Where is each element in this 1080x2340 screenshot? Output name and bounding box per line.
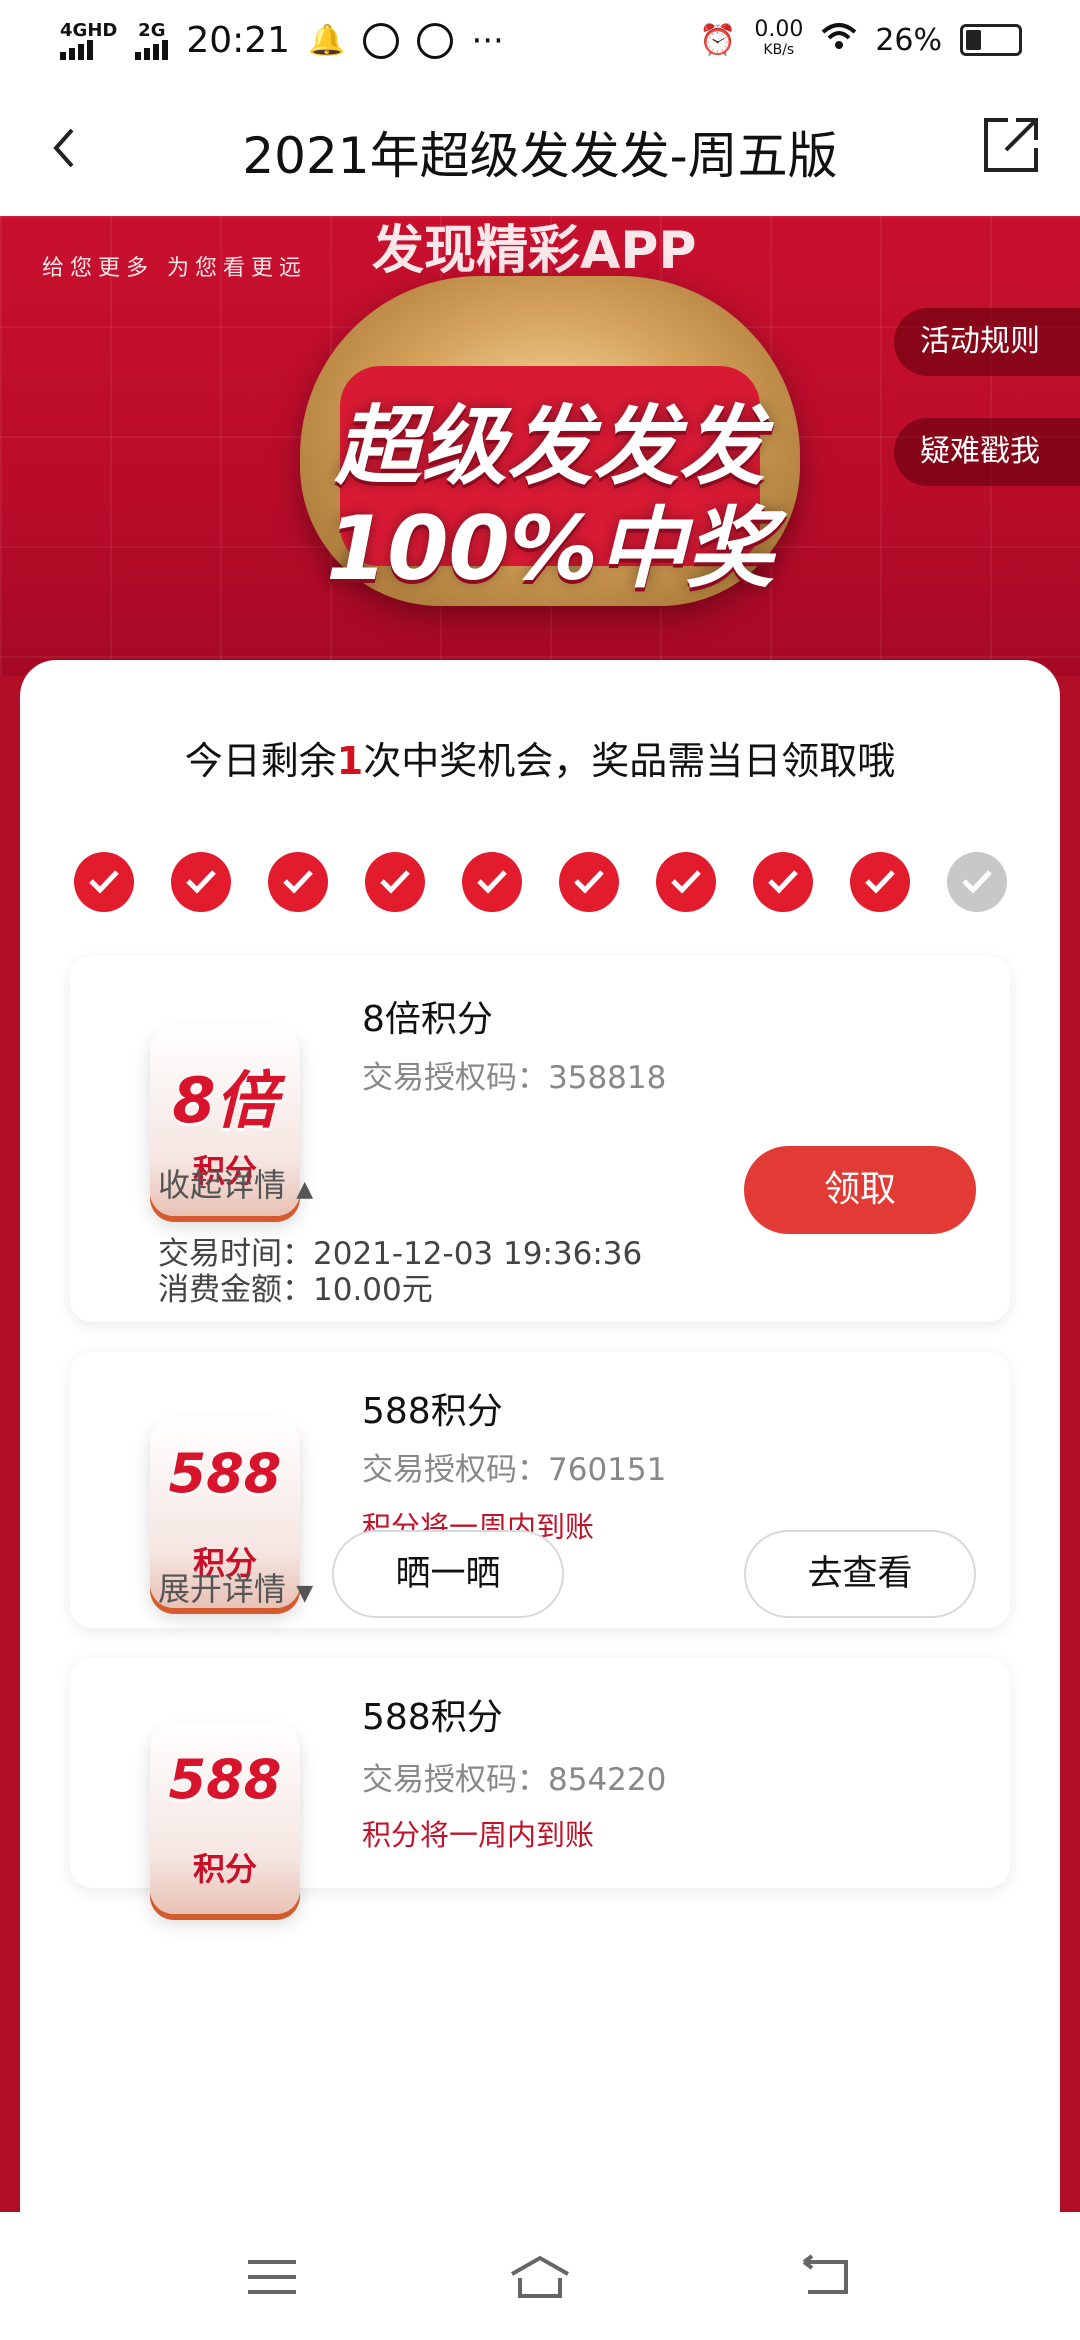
caret-down-icon: ▼ bbox=[296, 1581, 314, 1606]
claim-button[interactable]: 领取 bbox=[744, 1146, 976, 1234]
check-icon-inactive bbox=[947, 852, 1007, 912]
more-notifications-icon: ··· bbox=[471, 20, 504, 61]
auth-code: 交易授权码：358818 bbox=[362, 1060, 667, 1096]
system-nav-bar bbox=[0, 2212, 1080, 2340]
check-icon bbox=[171, 852, 231, 912]
brand-slogan: 给您更多 为您看更远 bbox=[42, 256, 307, 281]
prize-title: 588积分 bbox=[362, 1697, 503, 1738]
check-icon bbox=[462, 852, 522, 912]
help-button[interactable]: 疑难戳我 bbox=[894, 418, 1080, 486]
chevron-left-icon bbox=[53, 128, 74, 168]
auth-code: 交易授权码：854220 bbox=[362, 1762, 667, 1798]
check-icon bbox=[365, 852, 425, 912]
rules-button[interactable]: 活动规则 bbox=[894, 308, 1080, 376]
alarm-icon: ⏰ bbox=[698, 22, 737, 58]
app-notification-icon bbox=[363, 22, 400, 59]
prize-card: 588 积分 588积分 交易授权码：760151 积分将一周内到账 展开详情 … bbox=[70, 1352, 1010, 1628]
check-icon bbox=[850, 852, 910, 912]
check-icon bbox=[268, 852, 328, 912]
back-nav-button[interactable] bbox=[796, 2252, 856, 2302]
mobile-notification-icon bbox=[417, 22, 454, 59]
mobile-signal-1: 4GHD bbox=[60, 21, 117, 60]
prize-title: 8倍积分 bbox=[362, 999, 493, 1040]
clock: 20:21 bbox=[186, 20, 291, 61]
home-button[interactable] bbox=[508, 2252, 569, 2302]
collapse-details-button[interactable]: 收起详情 ▲ bbox=[158, 1160, 313, 1206]
share-prize-button[interactable]: 晒一晒 bbox=[332, 1530, 564, 1618]
prize-title: 588积分 bbox=[362, 1391, 503, 1432]
battery-icon bbox=[960, 24, 1022, 56]
back-button[interactable] bbox=[36, 118, 96, 178]
home-icon bbox=[511, 2255, 569, 2298]
view-prize-button[interactable]: 去查看 bbox=[744, 1530, 976, 1618]
check-icon bbox=[559, 852, 619, 912]
title-bar: 2021年超级发发发-周五版 bbox=[0, 88, 1080, 216]
auth-code: 交易授权码：760151 bbox=[362, 1452, 667, 1488]
progress-checks bbox=[74, 852, 1007, 912]
promo-banner: 给您更多 为您看更远 发现精彩APP 超级发发发 100%中奖 活动规则 疑难戳… bbox=[0, 216, 1080, 676]
chances-info: 今日剩余1次中奖机会，奖品需当日领取哦 bbox=[184, 739, 896, 783]
wifi-icon bbox=[821, 22, 857, 58]
page-title: 2021年超级发发发-周五版 bbox=[242, 127, 838, 185]
arrival-note: 积分将一周内到账 bbox=[362, 1818, 595, 1852]
check-icon bbox=[656, 852, 716, 912]
prize-tile: 588 积分 bbox=[150, 1724, 300, 1914]
check-icon bbox=[74, 852, 134, 912]
prize-card: 588 积分 588积分 交易授权码：854220 积分将一周内到账 bbox=[70, 1658, 1010, 1914]
menu-icon bbox=[248, 2260, 296, 2294]
expand-details-button[interactable]: 展开详情 ▼ bbox=[158, 1564, 313, 1610]
prize-card: 8倍 积分 8倍积分 交易授权码：358818 收起详情 ▲ 领取 交易时间：2… bbox=[70, 956, 1010, 1322]
lottery-panel: 今日剩余1次中奖机会，奖品需当日领取哦 8倍 积分 8倍积分 交易授权码：358… bbox=[20, 660, 1060, 2220]
headline-subtitle: 100%中奖 bbox=[326, 497, 774, 600]
qq-notification-icon: 🔔 bbox=[308, 23, 346, 58]
check-icon bbox=[753, 852, 813, 912]
spend-amount: 消费金额：10.00元 bbox=[158, 1272, 433, 1308]
external-link-icon bbox=[984, 118, 1038, 172]
network-speed: 0.00 KB/s bbox=[754, 17, 804, 59]
menu-button[interactable] bbox=[242, 2252, 302, 2302]
share-button[interactable] bbox=[980, 114, 1042, 176]
mobile-signal-2: 2G bbox=[135, 21, 169, 60]
return-icon bbox=[802, 2254, 848, 2294]
battery-percent: 26% bbox=[875, 22, 942, 58]
status-bar: 4GHD 2G 20:21 🔔 ··· ⏰ 0.00 KB/s 26% bbox=[0, 0, 1080, 88]
caret-up-icon: ▲ bbox=[296, 1177, 314, 1202]
app-name: 发现精彩APP bbox=[372, 221, 697, 281]
